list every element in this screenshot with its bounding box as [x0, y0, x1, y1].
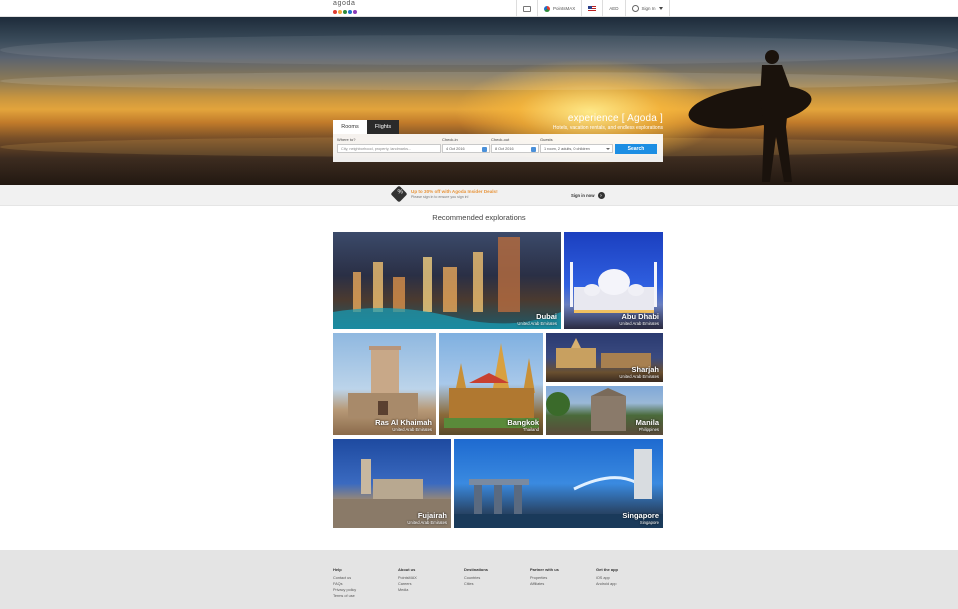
- pointsmax-label: PointsMAX: [553, 6, 576, 11]
- tile-country: United Arab Emirates: [392, 427, 432, 432]
- currency-label: AED: [609, 6, 619, 11]
- footer-col-app: Get the app iOS app Android app: [596, 567, 618, 587]
- tile-country: Singapore: [639, 520, 659, 525]
- tagline-subtitle: Hotels, vacation rentals, and endless ex…: [552, 125, 663, 131]
- destination-tile-dubai[interactable]: Dubai United Arab Emirates: [333, 232, 561, 329]
- tile-caption: Abu Dhabi United Arab Emirates: [619, 312, 660, 327]
- guests-select[interactable]: 1 room, 2 adults, 0 children: [540, 144, 613, 153]
- tile-city: Ras Al Khaimah: [375, 418, 432, 427]
- caret-down-icon: [658, 7, 663, 10]
- tile-country: United Arab Emirates: [517, 321, 557, 326]
- tile-country: United Arab Emirates: [619, 321, 659, 326]
- top-bar: agoda PointsMAX AED Sign In: [0, 0, 958, 17]
- search-button[interactable]: Search: [615, 144, 657, 154]
- tile-city: Dubai: [536, 312, 557, 321]
- tile-caption: Fujairah United Arab Emirates: [407, 511, 447, 526]
- checkin-field[interactable]: 4 Oct 2016: [442, 144, 490, 153]
- destination-tile-ras-al-khaimah[interactable]: Ras Al Khaimah United Arab Emirates: [333, 333, 436, 435]
- destination-tile-fujairah[interactable]: Fujairah United Arab Emirates: [333, 439, 451, 528]
- chevron-down-icon: [606, 148, 610, 150]
- tile-city: Fujairah: [417, 511, 447, 520]
- tile-caption: Dubai United Arab Emirates: [517, 312, 557, 327]
- logo-dots: [333, 10, 357, 14]
- promo-bar: Up to 30% off with Agoda Insider Deals! …: [0, 185, 958, 206]
- top-nav: PointsMAX AED Sign In: [516, 0, 670, 17]
- chat-button[interactable]: [517, 0, 538, 17]
- footer-col-help: Help Contact us FAQs Privacy policy Term…: [333, 567, 356, 599]
- hero-tagline: experience [ Agoda ] Hotels, vacation re…: [553, 113, 663, 131]
- pointsmax-button[interactable]: PointsMAX: [538, 0, 583, 17]
- tile-city: Bangkok: [507, 418, 539, 427]
- destination-tile-abu-dhabi[interactable]: Abu Dhabi United Arab Emirates: [564, 232, 663, 329]
- tile-city: Manila: [635, 418, 659, 427]
- tab-flights[interactable]: Flights: [367, 120, 399, 134]
- us-flag-icon: [588, 6, 597, 11]
- tile-country: Thailand: [522, 427, 539, 432]
- signin-button[interactable]: Sign In: [626, 0, 670, 17]
- footer-link[interactable]: Media: [398, 587, 417, 593]
- footer-heading: Get the app: [596, 567, 619, 572]
- checkout-label: Check-out: [491, 137, 510, 142]
- footer-link[interactable]: Cities: [464, 581, 488, 587]
- checkout-value: 8 Oct 2016: [495, 146, 514, 151]
- checkin-label: Check-in: [442, 137, 458, 142]
- tile-caption: Sharjah United Arab Emirates: [619, 365, 659, 380]
- footer-heading: Help: [333, 567, 342, 572]
- signin-label: Sign In: [641, 6, 656, 11]
- surfer-silhouette: [688, 50, 812, 182]
- tile-city: Sharjah: [631, 365, 659, 374]
- footer-col-partner: Partner with us Properties Affiliates: [530, 567, 559, 587]
- tile-country: Philippines: [638, 427, 659, 432]
- checkin-value: 4 Oct 2016: [446, 146, 465, 151]
- logo-text: agoda: [333, 0, 356, 7]
- tile-country: United Arab Emirates: [619, 374, 659, 379]
- footer-col-destinations: Destinations Countries Cities: [464, 567, 488, 587]
- footer-link[interactable]: Affiliates: [530, 581, 559, 587]
- destination-tile-singapore[interactable]: Singapore Singapore: [454, 439, 663, 528]
- footer-heading: Partner with us: [530, 567, 559, 572]
- footer-col-about: About us PointsMAX Careers Media: [398, 567, 417, 593]
- language-button[interactable]: [582, 0, 604, 17]
- destination-tile-manila[interactable]: Manila Philippines: [546, 386, 663, 435]
- checkout-field[interactable]: 8 Oct 2016: [491, 144, 539, 153]
- calendar-icon: [531, 147, 536, 152]
- where-label: Where to?: [337, 137, 356, 142]
- search-form: Where to? City, neighborhood, property, …: [333, 134, 663, 162]
- arrow-right-icon: ›: [597, 192, 605, 199]
- tile-city: Singapore: [622, 511, 659, 520]
- tile-caption: Bangkok Thailand: [507, 418, 539, 433]
- discount-tag-icon: [390, 185, 408, 203]
- chat-icon: [523, 5, 531, 12]
- promo-signin-link[interactable]: Sign in now ›: [571, 192, 605, 199]
- promo-title: Up to 30% off with Agoda Insider Deals!: [411, 189, 498, 194]
- tile-city: Abu Dhabi: [621, 312, 660, 321]
- footer: Help Contact us FAQs Privacy policy Term…: [0, 550, 958, 609]
- agoda-logo[interactable]: agoda: [333, 0, 361, 15]
- footer-link[interactable]: Android app: [596, 581, 618, 587]
- promo-signin-label: Sign in now: [571, 193, 595, 198]
- tile-country: United Arab Emirates: [407, 520, 447, 525]
- destination-tile-bangkok[interactable]: Bangkok Thailand: [439, 333, 543, 435]
- footer-link[interactable]: Terms of use: [333, 593, 356, 599]
- guests-label: Guests: [540, 137, 553, 142]
- tile-caption: Singapore Singapore: [622, 511, 659, 526]
- user-icon: [631, 5, 639, 12]
- promo-subtitle: Please sign in to ensure you sign in!: [411, 195, 469, 199]
- currency-button[interactable]: AED: [603, 0, 626, 17]
- recommended-title: Recommended explorations: [432, 213, 526, 222]
- footer-heading: About us: [398, 567, 416, 572]
- destination-tile-sharjah[interactable]: Sharjah United Arab Emirates: [546, 333, 663, 382]
- tab-rooms[interactable]: Rooms: [333, 120, 367, 134]
- pointsmax-icon: [544, 5, 550, 12]
- hero-banner: Rooms Flights experience [ Agoda ] Hotel…: [0, 17, 958, 185]
- tile-caption: Ras Al Khaimah United Arab Emirates: [375, 418, 432, 433]
- guests-value: 1 room, 2 adults, 0 children: [544, 146, 590, 151]
- footer-heading: Destinations: [464, 567, 489, 572]
- tile-caption: Manila Philippines: [635, 418, 659, 433]
- tagline-title: experience [ Agoda ]: [567, 113, 663, 124]
- calendar-icon: [482, 147, 487, 152]
- destination-input[interactable]: City, neighborhood, property, landmarks.…: [337, 144, 441, 153]
- search-widget: Rooms Flights experience [ Agoda ] Hotel…: [333, 113, 663, 162]
